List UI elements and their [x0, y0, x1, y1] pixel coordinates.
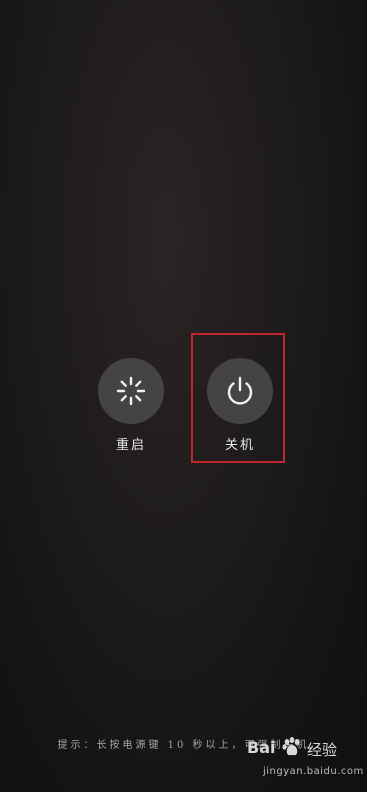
restart-option[interactable]: 重启 [86, 358, 176, 453]
power-menu: 重启 关机 提示：长按电源键 10 秒以上，可强制关机 Bai 经验 jingy… [0, 0, 367, 792]
watermark-domain: jingyan.baidu.com [263, 766, 364, 777]
watermark-brand: Bai [247, 738, 276, 757]
paw-logo-icon [282, 737, 300, 756]
watermark-text: 经验 [307, 741, 338, 759]
restart-spinner-icon [116, 376, 146, 406]
restart-label: 重启 [115, 438, 146, 453]
restart-button[interactable] [98, 358, 164, 424]
watermark: Bai 经验 jingyan.baidu.com [247, 737, 363, 786]
highlight-annotation-box [191, 333, 285, 463]
